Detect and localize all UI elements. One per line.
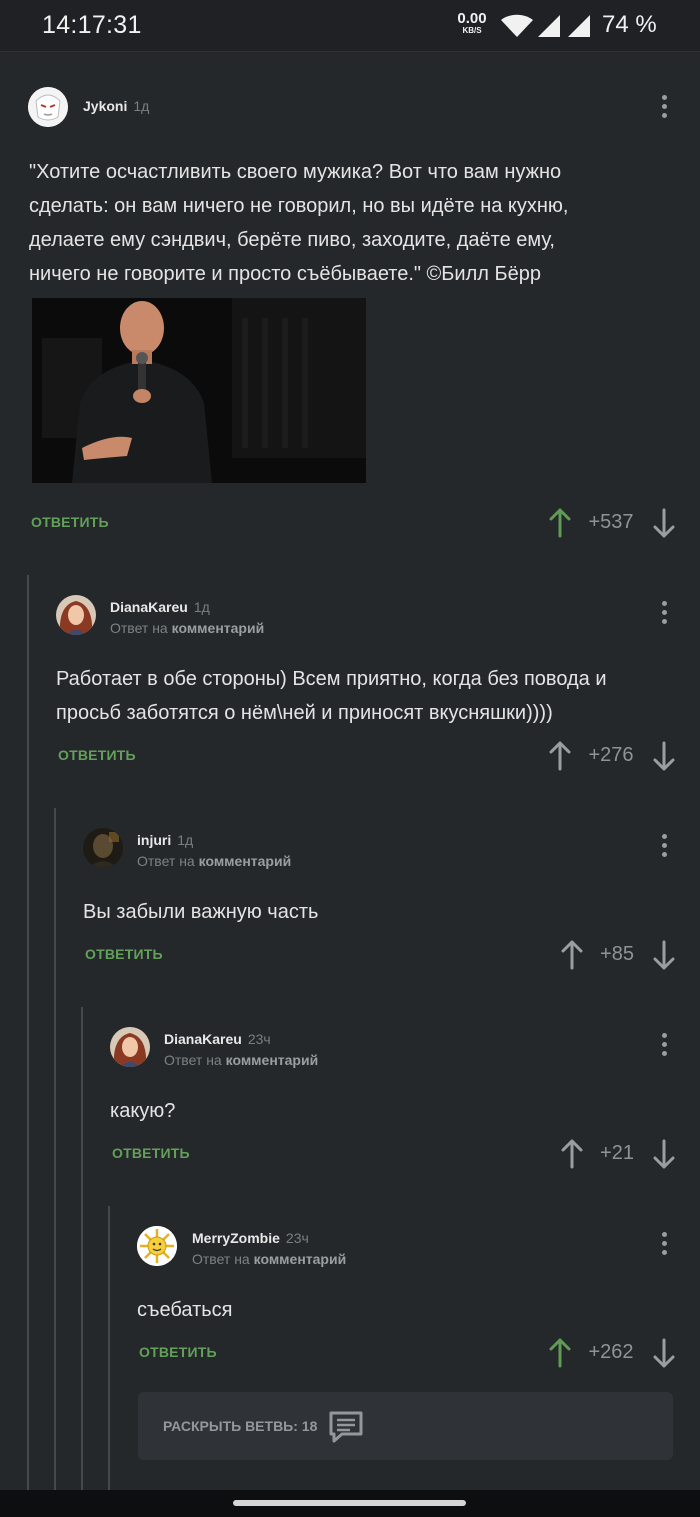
more-options-icon[interactable] [660,1033,668,1059]
vote-controls: +21 [560,1139,678,1169]
comment-text: "Хотите осчастливить своего мужика? Вот … [29,161,569,285]
avatar[interactable] [83,828,123,868]
comment-text: Работает в обе стороны) Всем приятно, ко… [56,668,607,724]
vote-controls: +262 [548,1338,678,1368]
battery-level: 74 % [602,11,657,38]
thread-line [108,1206,110,1490]
reply-button[interactable]: ОТВЕТИТЬ [58,747,136,763]
avatar[interactable] [110,1027,150,1067]
upvote-icon[interactable] [560,940,584,970]
score: +85 [600,943,634,965]
thread-line [81,1007,83,1490]
comment-image[interactable] [32,298,366,483]
avatar[interactable] [137,1226,177,1266]
username[interactable]: injuri 1д [137,832,193,848]
status-time: 14:17:31 [42,11,142,39]
upvote-icon[interactable] [548,741,572,771]
expand-branch-label: РАСКРЫТЬ ВЕТВЬ: 18 [163,1418,318,1434]
username[interactable]: Jykoni 1д [83,98,149,114]
timestamp: 23ч [285,1230,309,1246]
comment-text: какую? [110,1100,176,1122]
thread-line [54,808,56,1490]
reply-button[interactable]: ОТВЕТИТЬ [31,514,109,530]
reply-to-note[interactable]: Ответ на комментарий [164,1052,318,1068]
vote-controls: +537 [548,508,678,538]
downvote-icon[interactable] [652,940,676,970]
timestamp: 1д [177,832,194,848]
username[interactable]: DianaKareu 1д [110,599,210,615]
reply-button[interactable]: ОТВЕТИТЬ [85,946,163,962]
more-options-icon[interactable] [660,1232,668,1258]
downvote-icon[interactable] [652,508,676,538]
cell-signal-icon-2 [568,15,590,37]
vote-controls: +276 [548,741,678,771]
upvote-icon[interactable] [548,508,572,538]
wifi-icon [501,14,533,37]
more-options-icon[interactable] [660,834,668,860]
more-options-icon[interactable] [660,95,668,121]
username[interactable]: DianaKareu 23ч [164,1031,271,1047]
status-bar: 14:17:31 0.00 KB/S 74 % [0,0,700,52]
timestamp: 23ч [247,1031,271,1047]
home-gesture-handle[interactable] [233,1500,466,1506]
reply-to-note[interactable]: Ответ на комментарий [192,1251,346,1267]
thread-line [27,575,29,1490]
avatar[interactable] [56,595,96,635]
comment-text: Вы забыли важную часть [83,901,319,923]
username[interactable]: MerryZombie 23ч [192,1230,309,1246]
reply-button[interactable]: ОТВЕТИТЬ [112,1145,190,1161]
reply-to-note[interactable]: Ответ на комментарий [110,620,264,636]
expand-branch-button[interactable]: РАСКРЫТЬ ВЕТВЬ: 18 [138,1392,673,1460]
reply-to-note[interactable]: Ответ на комментарий [137,853,291,869]
timestamp: 1д [133,98,150,114]
vote-controls: +85 [560,940,678,970]
comment-bubble-icon [329,1411,363,1443]
score: +262 [588,1341,634,1363]
downvote-icon[interactable] [652,1139,676,1169]
navigation-bar [0,1490,700,1517]
downvote-icon[interactable] [652,1338,676,1368]
comment-text: съебаться [137,1299,233,1321]
more-options-icon[interactable] [660,601,668,627]
timestamp: 1д [193,599,210,615]
score: +21 [600,1142,634,1164]
network-speed: 0.00 KB/S [457,10,487,35]
score: +537 [588,511,634,533]
score: +276 [588,744,634,766]
cell-signal-icon [538,15,560,37]
upvote-icon[interactable] [560,1139,584,1169]
downvote-icon[interactable] [652,741,676,771]
upvote-icon[interactable] [548,1338,572,1368]
reply-button[interactable]: ОТВЕТИТЬ [139,1344,217,1360]
avatar[interactable] [28,87,68,127]
